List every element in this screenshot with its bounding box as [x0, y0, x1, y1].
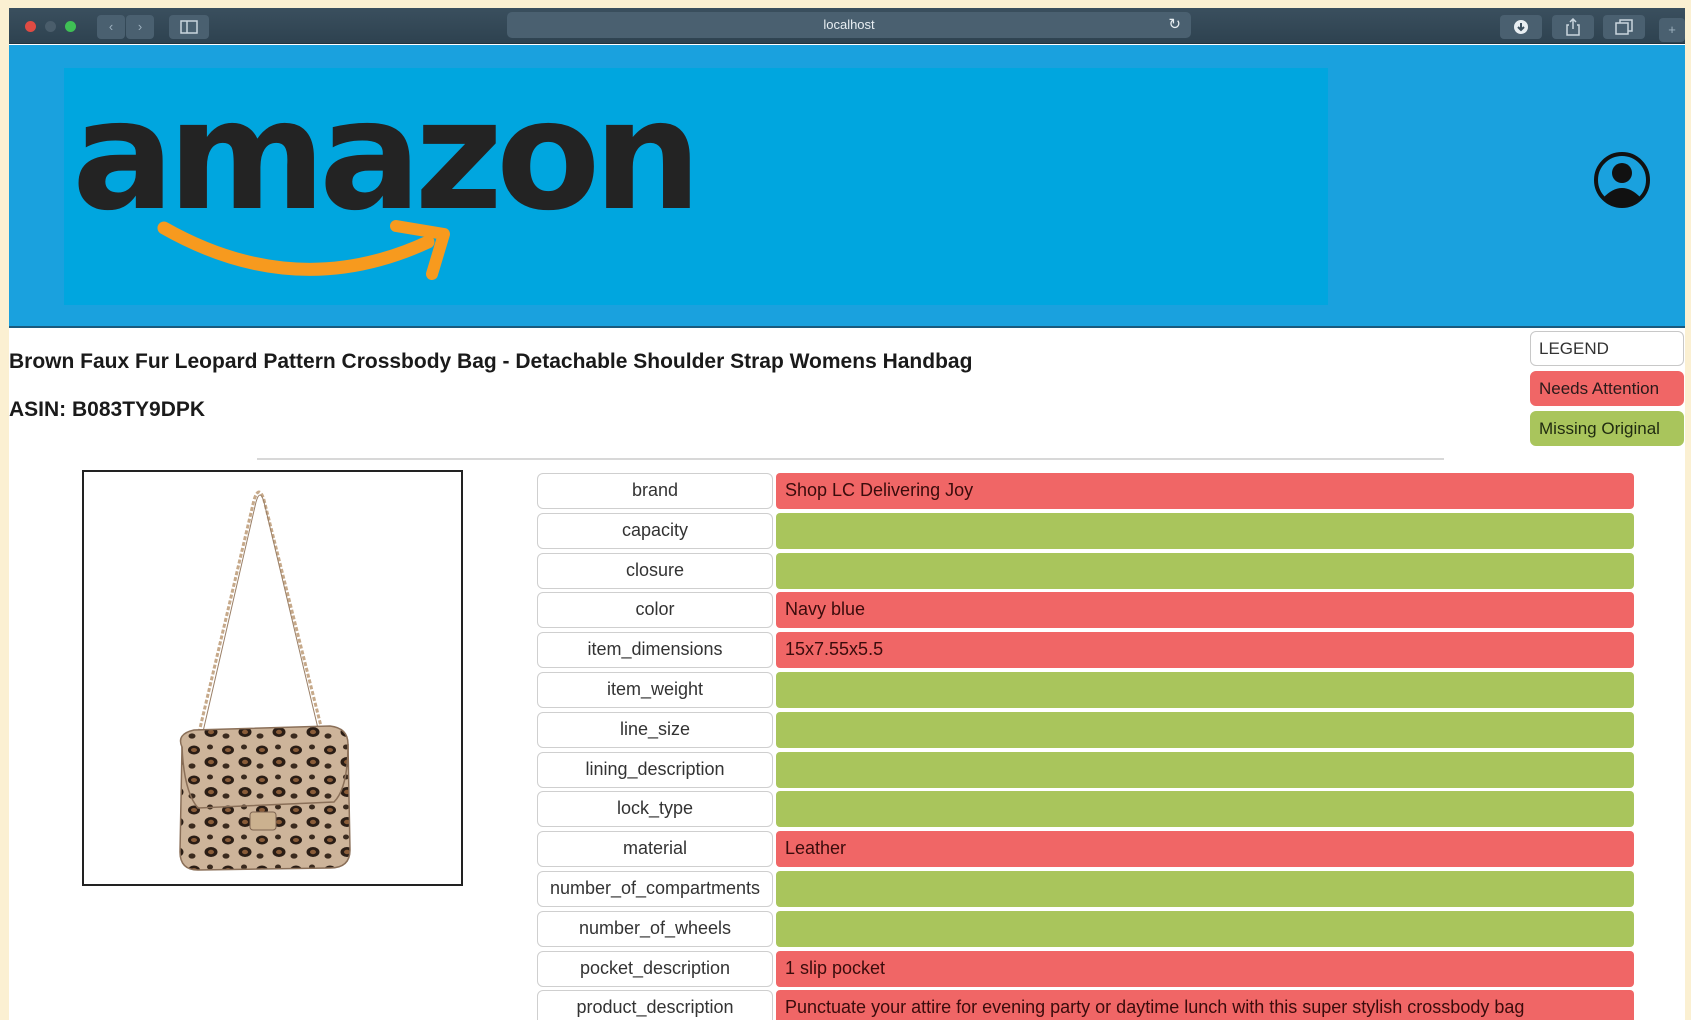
amazon-logo[interactable]: amazon	[64, 68, 1328, 305]
attribute-value[interactable]	[776, 870, 1634, 907]
attribute-value[interactable]	[776, 791, 1634, 828]
attribute-name: number_of_wheels	[537, 910, 773, 947]
attribute-value[interactable]: Navy blue	[776, 592, 1634, 629]
attribute-row-item-dimensions: item_dimensions 15x7.55x5.5	[537, 631, 1637, 671]
close-window-button[interactable]	[25, 21, 36, 32]
attribute-name: pocket_description	[537, 950, 773, 987]
attribute-value[interactable]: Leather	[776, 831, 1634, 868]
attribute-row-lining-description: lining_description	[537, 751, 1637, 791]
plus-icon: +	[1668, 22, 1676, 37]
attribute-value[interactable]: Shop LC Delivering Joy	[776, 473, 1634, 509]
reload-icon[interactable]: ↻	[1168, 12, 1181, 38]
site-header: amazon	[9, 45, 1685, 328]
attribute-value[interactable]	[776, 751, 1634, 788]
attribute-name: item_weight	[537, 671, 773, 708]
attribute-value[interactable]	[776, 552, 1634, 589]
address-text: localhost	[823, 17, 875, 32]
user-account-icon[interactable]	[1592, 150, 1652, 210]
legend: LEGEND Needs Attention Missing Original	[1530, 331, 1684, 451]
attribute-name: lining_description	[537, 751, 773, 788]
attribute-name: line_size	[537, 711, 773, 748]
attribute-name: closure	[537, 552, 773, 589]
attribute-value[interactable]	[776, 910, 1634, 947]
attribute-row-brand: brand Shop LC Delivering Joy	[537, 472, 1637, 512]
logo-text: amazon	[72, 67, 702, 244]
legend-missing-original: Missing Original	[1530, 411, 1684, 446]
attribute-row-pocket-description: pocket_description 1 slip pocket	[537, 950, 1637, 990]
attribute-name: capacity	[537, 512, 773, 549]
legend-title: LEGEND	[1530, 331, 1684, 366]
download-icon	[1514, 20, 1528, 34]
attribute-name: product_description	[537, 990, 773, 1020]
forward-button[interactable]: ›	[126, 15, 154, 39]
browser-toolbar: ‹ › localhost ↻ +	[9, 8, 1685, 44]
attribute-name: color	[537, 592, 773, 629]
attribute-row-capacity: capacity	[537, 512, 1637, 552]
sidebar-toggle-button[interactable]	[169, 15, 209, 39]
attribute-row-line-size: line_size	[537, 711, 1637, 751]
attribute-row-closure: closure	[537, 552, 1637, 592]
sidebar-icon	[180, 20, 198, 34]
attribute-value[interactable]: 15x7.55x5.5	[776, 632, 1634, 669]
browser-window: ‹ › localhost ↻ + amazon Brown Faux Fur …	[9, 8, 1685, 1020]
attribute-value[interactable]	[776, 711, 1634, 748]
address-bar[interactable]: localhost ↻	[507, 12, 1191, 38]
handbag-image	[179, 490, 351, 871]
smile-arrow-icon	[157, 220, 450, 280]
tabs-icon	[1615, 19, 1633, 35]
maximize-window-button[interactable]	[65, 21, 76, 32]
attributes-table: brand Shop LC Delivering Joy capacity closu…	[537, 472, 1637, 1020]
legend-needs-attention: Needs Attention	[1530, 371, 1684, 406]
attribute-name: material	[537, 831, 773, 868]
attribute-value[interactable]: 1 slip pocket	[776, 950, 1634, 987]
product-title: Brown Faux Fur Leopard Pattern Crossbody…	[9, 350, 973, 373]
chevron-left-icon: ‹	[108, 19, 114, 34]
attribute-row-lock-type: lock_type	[537, 790, 1637, 830]
attribute-value[interactable]: Punctuate your attire for evening party …	[776, 990, 1634, 1020]
section-divider	[257, 458, 1444, 460]
attribute-name: number_of_compartments	[537, 870, 773, 907]
product-image	[82, 470, 463, 886]
show-tabs-button[interactable]	[1603, 15, 1645, 39]
downloads-button[interactable]	[1500, 15, 1542, 39]
new-tab-button[interactable]: +	[1659, 18, 1685, 42]
attribute-row-product-description: product_description Punctuate your attire…	[537, 989, 1637, 1020]
chevron-right-icon: ›	[137, 19, 143, 34]
back-button[interactable]: ‹	[97, 15, 125, 39]
attribute-row-number-of-compartments: number_of_compartments	[537, 870, 1637, 910]
attribute-value[interactable]	[776, 671, 1634, 708]
share-icon	[1566, 17, 1580, 36]
share-button[interactable]	[1552, 15, 1594, 39]
attribute-name: lock_type	[537, 791, 773, 828]
product-asin: ASIN: B083TY9DPK	[9, 398, 206, 421]
attribute-row-material: material Leather	[537, 830, 1637, 870]
attribute-row-color: color Navy blue	[537, 591, 1637, 631]
attribute-name: item_dimensions	[537, 632, 773, 669]
attribute-row-item-weight: item_weight	[537, 671, 1637, 711]
attribute-name: brand	[537, 473, 773, 509]
minimize-window-button[interactable]	[45, 21, 56, 32]
attribute-value[interactable]	[776, 512, 1634, 549]
attribute-row-number-of-wheels: number_of_wheels	[537, 910, 1637, 950]
